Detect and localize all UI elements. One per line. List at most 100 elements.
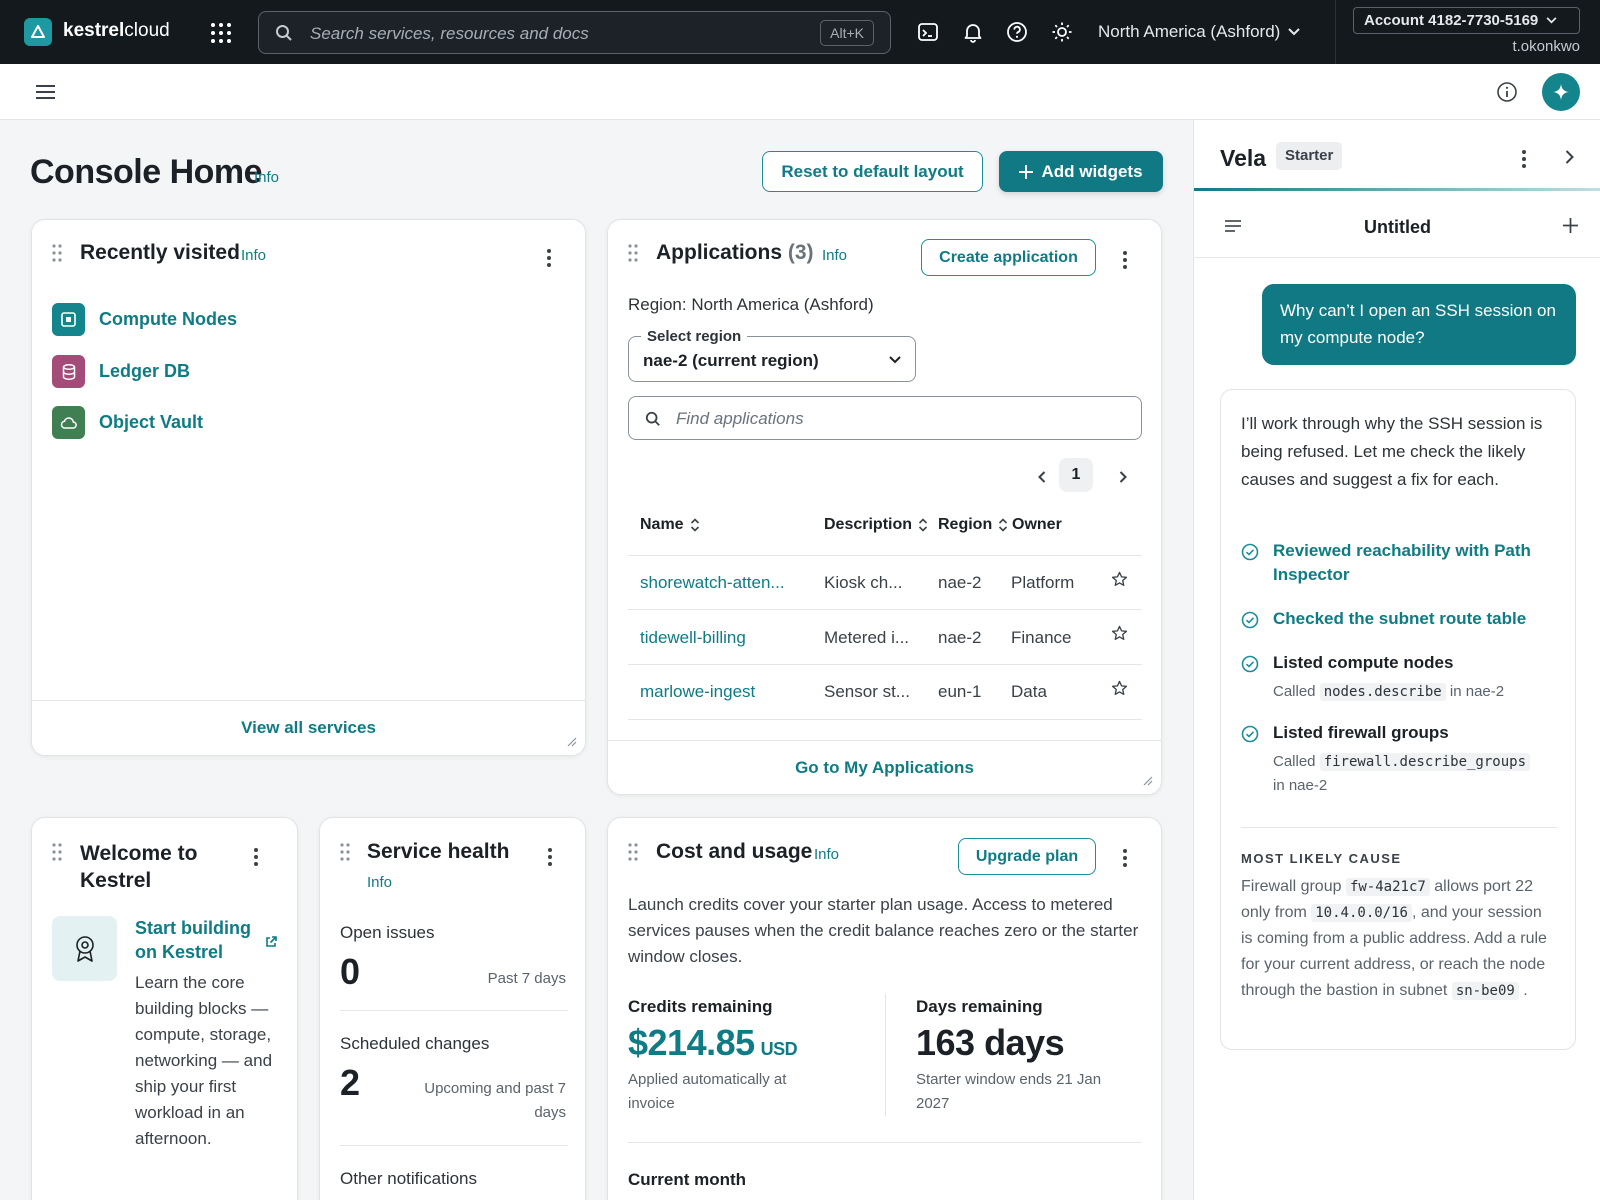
find-applications-input[interactable]: Find applications <box>628 396 1142 440</box>
search-icon <box>645 411 660 426</box>
tool-call-code: nodes.describe <box>1319 683 1446 701</box>
vela-assistant-panel: Vela Starter Untitled Why can’t I open a… <box>1193 120 1600 1200</box>
more-options-icon[interactable] <box>1123 251 1127 272</box>
brand-name[interactable]: kestrelcloud <box>63 20 170 42</box>
next-page-icon[interactable] <box>1119 471 1127 483</box>
current-page[interactable]: 1 <box>1059 458 1093 492</box>
credits-unit: USD <box>760 1039 798 1059</box>
column-divider <box>885 994 886 1116</box>
credits-label: Credits remaining <box>628 997 773 1016</box>
recent-service-compute-nodes[interactable]: Compute Nodes <box>52 303 237 336</box>
cause-divider <box>1241 827 1557 828</box>
widget-info-link[interactable]: Info <box>814 846 839 863</box>
page-info-link[interactable]: Info <box>254 169 279 186</box>
add-widgets-button[interactable]: Add widgets <box>999 151 1163 192</box>
terminal-icon[interactable] <box>917 21 939 43</box>
column-header-description[interactable]: Description <box>824 516 928 534</box>
create-application-button[interactable]: Create application <box>921 239 1096 276</box>
check-circle-icon <box>1241 611 1259 629</box>
widget-title: Service health <box>367 840 510 863</box>
region-select-value: nae-2 (current region) <box>643 351 819 370</box>
more-options-icon[interactable] <box>547 249 551 270</box>
region-selector[interactable]: North America (Ashford) <box>1098 22 1301 42</box>
favorite-star-icon[interactable] <box>1111 571 1128 588</box>
welcome-description: Learn the core building blocks — compute… <box>135 973 273 1148</box>
recent-service-object-vault[interactable]: Object Vault <box>52 406 203 439</box>
step-title: Listed firewall groups <box>1273 723 1449 742</box>
credits-note: Applied automatically at invoice <box>628 1071 787 1112</box>
go-to-applications-link[interactable]: Go to My Applications <box>608 740 1161 794</box>
help-icon[interactable] <box>1006 21 1028 43</box>
plus-icon <box>1019 164 1034 179</box>
menu-icon[interactable] <box>36 84 55 100</box>
page-title: Console Home <box>30 153 263 191</box>
check-circle-icon <box>1241 725 1259 743</box>
more-options-icon[interactable] <box>1123 849 1127 870</box>
favorite-star-icon[interactable] <box>1111 680 1128 697</box>
recent-service-label: Compute Nodes <box>99 309 238 329</box>
notifications-bell-icon[interactable] <box>962 21 984 43</box>
recent-service-ledger-db[interactable]: Ledger DB <box>52 355 190 388</box>
account-menu-button[interactable]: Account 4182-7730-5169 <box>1353 7 1580 34</box>
resize-handle-icon[interactable] <box>567 737 577 747</box>
service-health-widget: Service health Info Open issues 0 Past 7… <box>319 817 586 1200</box>
region-select[interactable]: Select region nae-2 (current region) <box>628 328 916 382</box>
plan-badge: Starter <box>1276 142 1343 170</box>
drag-handle-icon[interactable] <box>628 843 638 861</box>
recent-service-label: Object Vault <box>99 412 204 432</box>
drag-handle-icon[interactable] <box>340 843 350 861</box>
widget-info-link[interactable]: Info <box>241 247 266 264</box>
table-divider <box>628 555 1142 556</box>
current-month-label: Current month <box>628 1170 747 1189</box>
more-options-icon[interactable] <box>254 848 258 869</box>
applications-widget: Applications (3) Info Create application… <box>607 219 1162 795</box>
services-menu-icon[interactable] <box>210 22 232 44</box>
scheduled-changes-period: Upcoming and past 7 days <box>424 1080 566 1121</box>
view-all-services-link[interactable]: View all services <box>32 700 585 755</box>
cost-description: Launch credits cover your starter plan u… <box>628 895 1139 966</box>
more-options-icon[interactable] <box>548 848 552 869</box>
step-title-link[interactable]: Reviewed reachability with Path Inspecto… <box>1273 539 1555 587</box>
widget-info-link[interactable]: Info <box>367 874 392 891</box>
cause-heading: MOST LIKELY CAUSE <box>1241 851 1402 866</box>
previous-page-icon[interactable] <box>1038 471 1046 483</box>
assistant-response-card: I’ll work through why the SSH session is… <box>1220 389 1576 1050</box>
drag-handle-icon[interactable] <box>52 244 62 262</box>
step-title: Listed compute nodes <box>1273 653 1454 672</box>
column-header-name[interactable]: Name <box>640 516 700 534</box>
upgrade-plan-button[interactable]: Upgrade plan <box>958 838 1096 875</box>
reset-layout-button[interactable]: Reset to default layout <box>762 151 983 192</box>
app-description: Metered i... <box>824 628 910 647</box>
start-building-link[interactable]: Start building on Kestrel <box>135 916 251 964</box>
drag-handle-icon[interactable] <box>628 244 638 262</box>
chevron-down-icon <box>1546 17 1557 24</box>
favorite-star-icon[interactable] <box>1111 625 1128 642</box>
kestrel-logo-icon[interactable] <box>24 18 52 46</box>
database-icon <box>52 355 85 388</box>
app-name-link[interactable]: shorewatch-atten... <box>640 573 785 593</box>
new-chat-plus-icon[interactable] <box>1563 218 1578 233</box>
column-header-region[interactable]: Region <box>938 516 1008 534</box>
secondary-toolbar <box>0 64 1600 120</box>
app-name-link[interactable]: tidewell-billing <box>640 628 746 648</box>
settings-theme-icon[interactable] <box>1051 21 1073 43</box>
collapse-panel-icon[interactable] <box>1565 150 1574 164</box>
ai-assistant-button[interactable] <box>1542 73 1580 111</box>
global-search-input[interactable]: Search services, resources and docs Alt+… <box>258 11 891 54</box>
resize-handle-icon[interactable] <box>1143 776 1153 786</box>
scheduled-changes-label: Scheduled changes <box>340 1034 490 1053</box>
widget-info-link[interactable]: Info <box>822 247 847 264</box>
more-options-icon[interactable] <box>1522 150 1526 171</box>
external-link-icon[interactable] <box>265 936 277 948</box>
drag-handle-icon[interactable] <box>52 843 62 861</box>
recently-visited-widget: Recently visited Info Compute Nodes Ledg… <box>31 219 586 756</box>
column-header-owner[interactable]: Owner <box>1012 516 1062 534</box>
subnet-code: sn-be09 <box>1451 982 1519 1000</box>
cloud-storage-icon <box>52 406 85 439</box>
info-icon[interactable] <box>1496 81 1518 103</box>
app-name-link[interactable]: marlowe-ingest <box>640 682 755 702</box>
days-value: 163 days <box>916 1022 1065 1063</box>
region-select-label: Select region <box>641 328 748 345</box>
step-title-link[interactable]: Checked the subnet route table <box>1273 607 1555 631</box>
firewall-group-code: fw-4a21c7 <box>1345 878 1430 896</box>
